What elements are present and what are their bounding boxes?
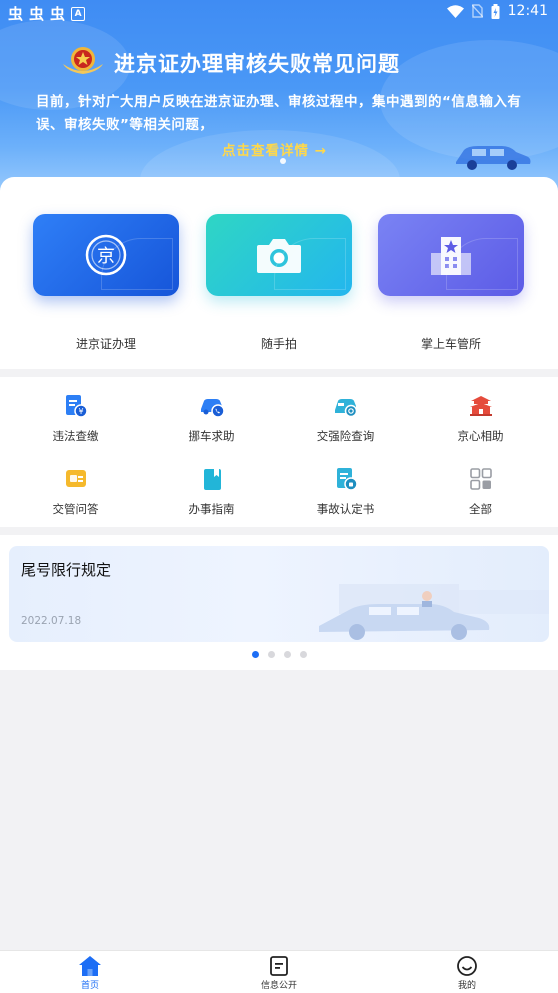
- accident-document-icon: [336, 468, 358, 491]
- tab-label: 首页: [80, 981, 99, 991]
- service-insurance-query[interactable]: 交强险查询: [276, 393, 415, 444]
- news-card[interactable]: 尾号限行规定 2022.07.18: [9, 546, 549, 642]
- svg-text:¥: ¥: [78, 407, 83, 416]
- wifi-icon: [446, 4, 464, 18]
- service-label: 事故认定书: [316, 502, 375, 516]
- service-accident-report[interactable]: 事故认定书: [276, 466, 415, 517]
- news-title: 尾号限行规定: [21, 561, 112, 579]
- status-bar: 虫 虫 虫 A 12:41: [0, 0, 558, 24]
- car-phone-icon: [200, 399, 225, 418]
- home-icon: [79, 956, 101, 976]
- service-beijing-help[interactable]: 京心相助: [411, 393, 550, 444]
- service-label: 全部: [469, 502, 492, 516]
- clock-time: 12:41: [507, 3, 548, 19]
- guide-book-icon: [203, 469, 221, 490]
- service-label: 挪车求助: [188, 429, 235, 443]
- banner-page-dot: [280, 158, 286, 164]
- police-emblem-icon: [63, 47, 103, 74]
- service-label: 办事指南: [188, 502, 235, 516]
- service-label: 京心相助: [457, 429, 504, 443]
- banner-description: 目前，针对广大用户反映在进京证办理、审核过程中，集中遇到的“信息输入有误、审核失…: [36, 94, 522, 133]
- tab-label: 信息公开: [260, 981, 297, 991]
- carousel-dot-active[interactable]: [251, 651, 259, 658]
- services-grid: ¥ 违法查缴 挪车求助 交强险查询 京心相助 交管问答 办事指南 事故认定书 全…: [0, 377, 558, 527]
- service-label: 交强险查询: [316, 429, 375, 443]
- service-violation-payment[interactable]: ¥ 违法查缴: [6, 393, 145, 444]
- a-badge-icon: A: [71, 6, 86, 21]
- jinjingzheng-service-button[interactable]: 京: [33, 214, 179, 296]
- service-label: 违法查缴: [52, 429, 99, 443]
- car-search-icon: [334, 399, 357, 418]
- tab-info-public[interactable]: 信息公开: [209, 955, 349, 991]
- carousel-dot[interactable]: [283, 651, 291, 658]
- service-all[interactable]: 全部: [411, 466, 550, 517]
- banner-detail-link[interactable]: 点击查看详情 →: [222, 139, 327, 159]
- news-section: 尾号限行规定 2022.07.18: [0, 535, 558, 670]
- suishoupai-service-button[interactable]: [206, 214, 352, 296]
- grid-icon: [469, 468, 492, 490]
- service-traffic-qa[interactable]: 交管问答: [6, 466, 145, 517]
- main-services-panel: 京 进京证办理 随手拍 掌上车管所: [0, 177, 558, 369]
- tab-mine[interactable]: 我的: [397, 955, 537, 991]
- news-date: 2022.07.18: [21, 615, 82, 627]
- notification-glyph: 虫: [29, 5, 45, 23]
- news-carousel-dots: [0, 651, 558, 658]
- service-guide[interactable]: 办事指南: [142, 466, 281, 517]
- cheguansuo-label: 掌上车管所: [420, 337, 481, 351]
- carousel-dot[interactable]: [299, 651, 307, 658]
- service-label: 交管问答: [52, 502, 99, 516]
- qa-icon: [65, 470, 86, 487]
- document-icon: [270, 956, 288, 976]
- banner-car-illustration: [456, 146, 531, 170]
- suishoupai-label: 随手拍: [260, 337, 297, 351]
- police-car-illustration: [319, 584, 549, 640]
- notification-glyph: 虫: [50, 5, 66, 23]
- carousel-dot[interactable]: [267, 651, 275, 658]
- battery-icon: [491, 3, 500, 19]
- no-sim-icon: [471, 4, 483, 18]
- tiananmen-icon: [469, 396, 492, 416]
- fine-document-icon: ¥: [65, 395, 88, 418]
- tab-label: 我的: [457, 981, 476, 991]
- smiley-icon: [457, 956, 477, 976]
- top-banner[interactable]: 进京证办理审核失败常见问题 目前，针对广大用户反映在进京证办理、审核过程中，集中…: [0, 0, 558, 195]
- tab-home[interactable]: 首页: [20, 955, 160, 991]
- bottom-tab-bar: 首页 信息公开 我的: [0, 950, 558, 993]
- banner-title: 进京证办理审核失败常见问题: [114, 52, 400, 76]
- notification-glyph: 虫: [8, 5, 24, 23]
- service-move-car-help[interactable]: 挪车求助: [142, 393, 281, 444]
- jinjingzheng-label: 进京证办理: [75, 337, 136, 351]
- zhangshang-cheguansuo-button[interactable]: [378, 214, 524, 296]
